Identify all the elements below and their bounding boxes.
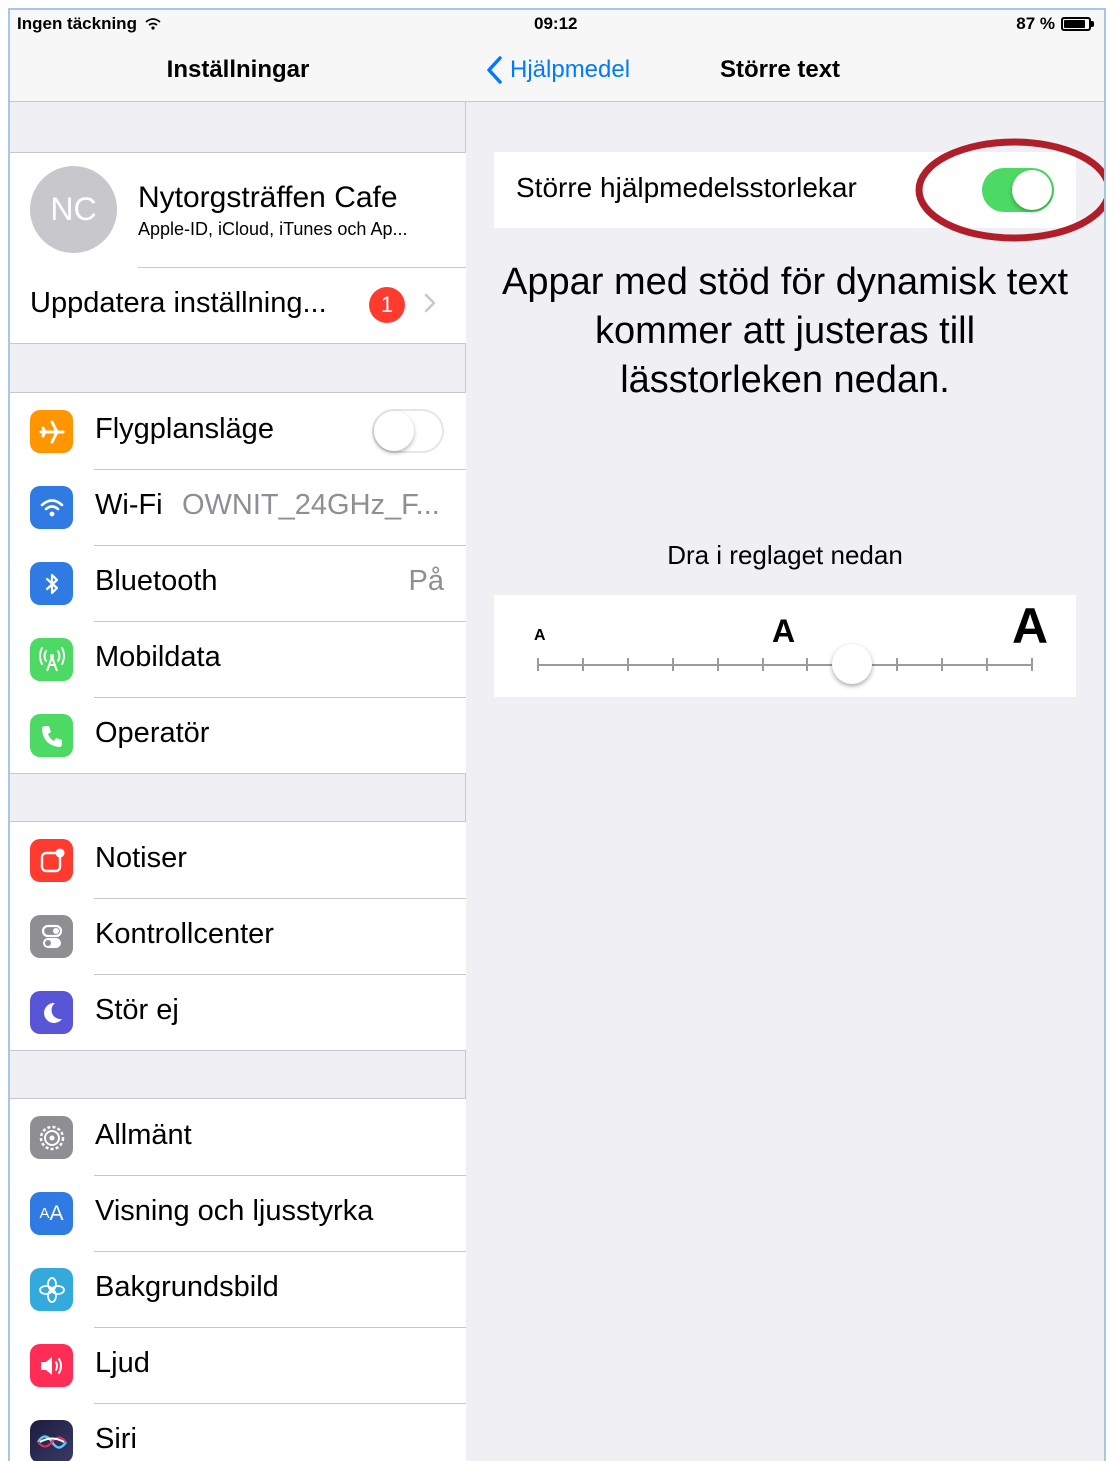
antenna-icon [30,638,73,681]
profile-group: NC Nytorgsträffen Cafe Apple-ID, iCloud,… [10,152,466,344]
flower-icon [30,1268,73,1311]
sidebar-item-label: Bluetooth [95,565,218,597]
large-a-label: A [1012,598,1049,654]
detail-title: Större text [720,56,841,83]
sidebar-item-label: Flygplansläge [95,413,274,445]
sidebar: Inställningar NC Nytorgsträffen Cafe App… [10,10,466,1461]
sidebar-item-allmant[interactable]: Allmänt [10,1099,466,1175]
sidebar-item-label: Wi-Fi [95,489,163,521]
notification-badge: 1 [369,287,405,323]
notifications-group: Notiser Kontrollcenter Stör ej [10,821,466,1051]
wifi-icon [30,486,73,529]
sidebar-item-visning[interactable]: AA Visning och ljusstyrka [10,1175,466,1251]
app-frame: Inställningar NC Nytorgsträffen Cafe App… [8,8,1106,1461]
sidebar-item-airplane[interactable]: Flygplansläge [10,393,466,469]
slider-tick [761,658,764,671]
slider-tick [941,658,944,671]
sidebar-item-wifi[interactable]: Wi-Fi OWNIT_24GHz_F... [10,469,466,545]
slider-hint: Dra i reglaget nedan [667,540,903,570]
slider-tick [1031,658,1033,671]
sidebar-item-label: Visning och ljusstyrka [95,1195,374,1227]
slider-tick [626,658,629,671]
sidebar-item-label: Stör ej [95,994,179,1026]
slider-tick [671,658,674,671]
slider-tick [581,658,584,671]
airplane-mode-toggle[interactable] [372,409,444,453]
gear-icon [30,1116,73,1159]
slider-tick [896,658,899,671]
dynamic-text-description: Appar med stöd för dynamisk text kommer … [501,261,1069,401]
sidebar-item-label: Allmänt [95,1119,192,1151]
phone-icon [30,714,73,757]
sidebar-item-operator[interactable]: Operatör [10,697,466,773]
sidebar-item-label: Ljud [95,1347,150,1379]
sidebar-item-label: Operatör [95,717,210,749]
avatar: NC [30,166,117,253]
sidebar-title: Inställningar [166,56,310,83]
slider-tick [986,658,989,671]
sidebar-item-bakgrund[interactable]: Bakgrundsbild [10,1251,466,1327]
update-settings-label: Uppdatera inställning... [30,287,327,319]
general-group: Allmänt AA Visning och ljusstyrka Bakgru… [10,1098,466,1461]
battery-indicator: 87 % [1016,14,1094,34]
slider-track[interactable] [538,664,1032,666]
siri-icon [30,1420,73,1461]
sidebar-item-storej[interactable]: Stör ej [10,974,466,1050]
slider-tick [806,658,809,671]
sidebar-item-label: Siri [95,1423,137,1455]
sidebar-item-mobildata[interactable]: Mobildata [10,621,466,697]
notification-icon [30,839,73,882]
bluetooth-value: På [408,565,444,597]
sidebar-item-label: Bakgrundsbild [95,1271,279,1303]
control-center-icon [30,915,73,958]
medium-a-label: A [772,613,796,649]
sidebar-item-siri[interactable]: Siri [10,1403,466,1461]
sidebar-item-label: Notiser [95,842,187,874]
moon-icon [30,991,73,1034]
larger-sizes-label: Större hjälpmedelsstorlekar [516,172,857,203]
profile-subtitle: Apple-ID, iCloud, iTunes och Ap... [138,219,408,239]
sidebar-item-notiser[interactable]: Notiser [10,822,466,898]
highlight-circle-annotation [915,138,1104,242]
status-bar: Ingen täckning 09:12 87 % [10,10,1104,44]
speaker-icon [30,1344,73,1387]
carrier: Ingen täckning [17,14,161,34]
chevron-right-icon [424,293,436,313]
wifi-status-icon [145,18,161,30]
sidebar-item-bluetooth[interactable]: Bluetooth På [10,545,466,621]
connectivity-group: Flygplansläge Wi-Fi OWNIT_24GHz_F... Blu… [10,392,466,774]
airplane-icon [30,410,73,453]
update-settings-row[interactable]: Uppdatera inställning... 1 [10,267,466,343]
chevron-left-icon [487,56,502,84]
text-size-icon: AA [30,1192,73,1235]
sidebar-item-ljud[interactable]: Ljud [10,1327,466,1403]
clock: 09:12 [534,14,578,33]
carrier-label: Ingen täckning [17,14,137,33]
sidebar-item-label: Mobildata [95,641,221,673]
apple-id-row[interactable]: NC Nytorgsträffen Cafe Apple-ID, iCloud,… [10,153,466,267]
back-label: Hjälpmedel [510,56,631,83]
toggle-knob [374,411,414,451]
battery-percent: 87 % [1016,14,1055,33]
detail-pane: Hjälpmedel Större text Större hjälpmedel… [466,10,1104,1461]
bluetooth-icon [30,562,73,605]
profile-name: Nytorgsträffen Cafe [138,181,398,214]
slider-tick [716,658,719,671]
slider-thumb[interactable] [832,644,873,684]
sidebar-item-label: Kontrollcenter [95,918,274,950]
text-size-slider-card: A A A [494,595,1076,697]
sidebar-item-kontrollcenter[interactable]: Kontrollcenter [10,898,466,974]
wifi-network-value: OWNIT_24GHz_F... [182,489,440,521]
battery-icon [1061,17,1091,31]
back-button[interactable]: Hjälpmedel [484,54,630,86]
small-a-label: A [534,627,546,644]
slider-tick [537,658,539,671]
